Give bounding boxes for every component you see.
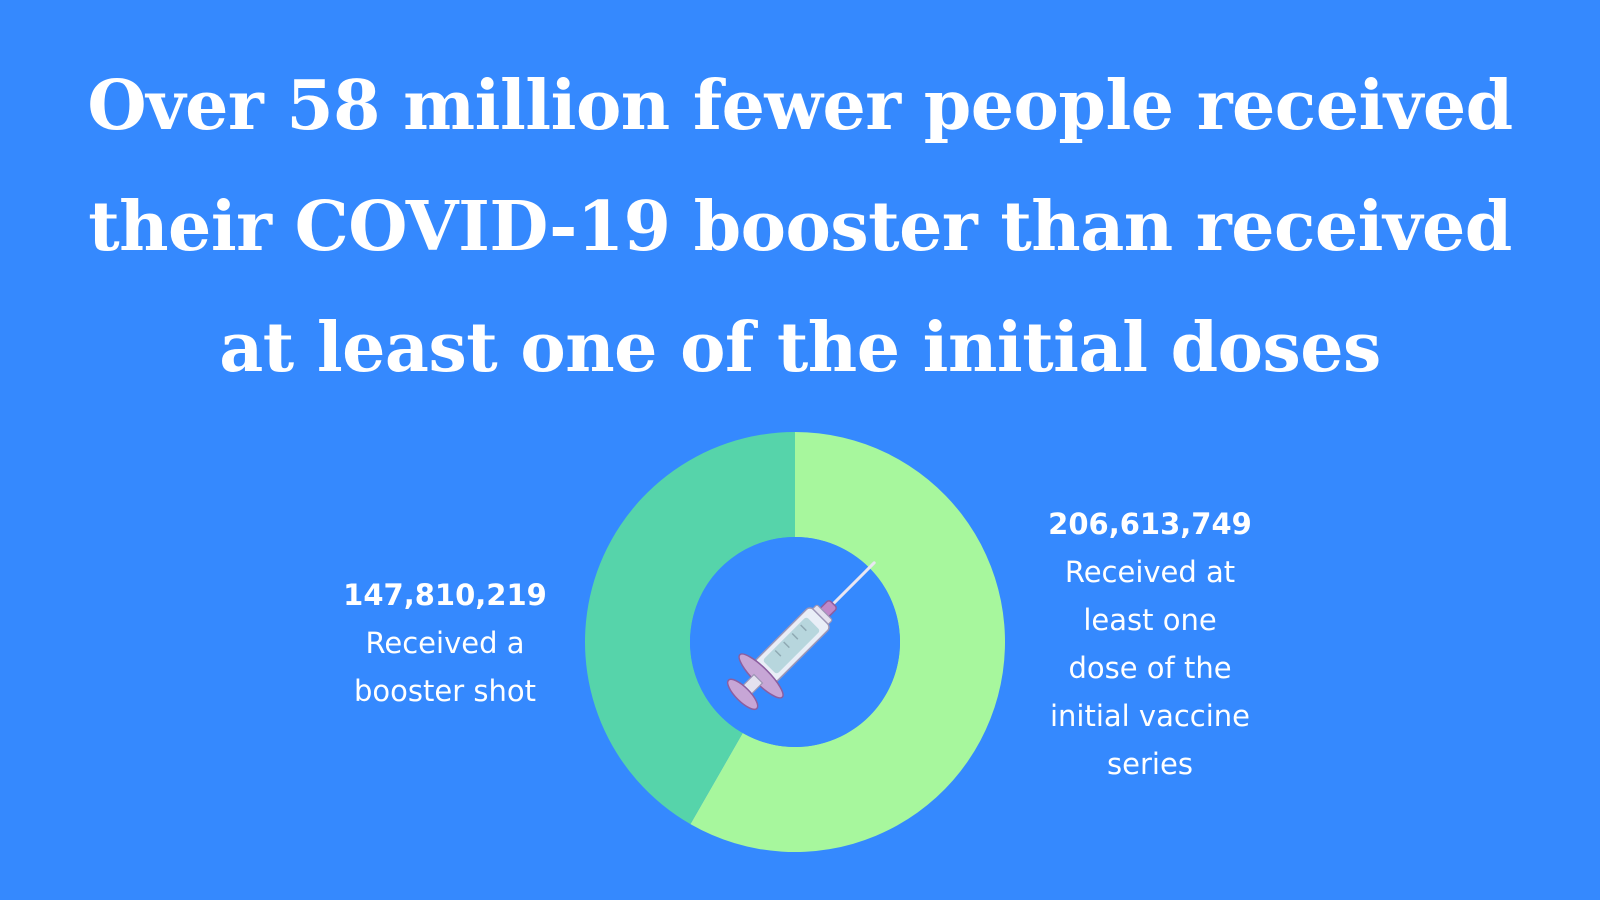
booster-desc-line-1: Received a xyxy=(365,626,525,660)
initial-desc-line-2: least one xyxy=(1083,603,1217,637)
donut-chart xyxy=(584,432,1005,853)
initial-desc-line-1: Received at xyxy=(1064,555,1236,589)
initial-desc-line-3: dose of the xyxy=(1068,651,1232,685)
initial-desc-line-4: initial vaccine xyxy=(1049,699,1251,733)
booster-label: 147,810,219 Received a booster shot xyxy=(315,571,575,715)
initial-dose-label: 206,613,749 Received at least one dose o… xyxy=(1010,500,1290,788)
initial-dose-value: 206,613,749 xyxy=(1048,507,1252,541)
initial-desc-line-5: series xyxy=(1107,747,1193,781)
booster-desc-line-2: booster shot xyxy=(354,674,536,708)
booster-value: 147,810,219 xyxy=(343,578,547,612)
